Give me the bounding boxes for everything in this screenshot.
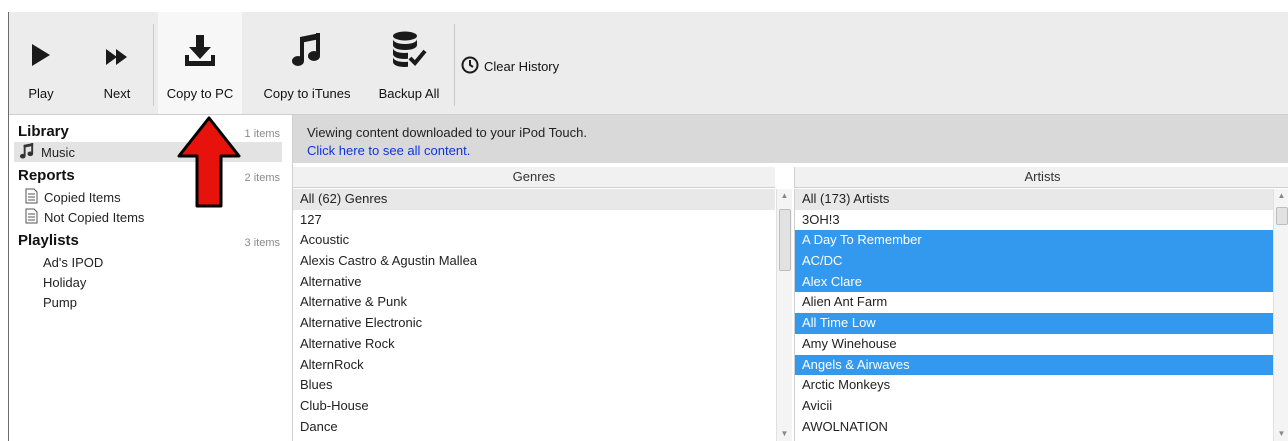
document-icon	[25, 188, 38, 207]
content-banner: Viewing content downloaded to your iPod …	[293, 115, 1288, 163]
list-item[interactable]: Arctic Monkeys	[795, 375, 1273, 396]
list-item[interactable]: 127	[293, 210, 775, 231]
sidebar-item-copied-items[interactable]: Copied Items	[25, 188, 121, 207]
copy-to-itunes-button[interactable]: Copy to iTunes	[255, 12, 359, 114]
toolbar: Play Next Copy to PC Copy to iTunes Back…	[9, 12, 1288, 115]
list-item[interactable]: AlternRock	[293, 355, 775, 376]
artists-list: All (173) Artists 3OH!3 A Day To Remembe…	[794, 189, 1273, 441]
list-item-selected[interactable]: All Time Low	[795, 313, 1273, 334]
list-item[interactable]: Avicii	[795, 396, 1273, 417]
play-label: Play	[28, 86, 54, 101]
see-all-content-link[interactable]: Click here to see all content.	[307, 143, 470, 158]
reports-heading: Reports	[18, 167, 75, 184]
playlists-count: 3 items	[244, 237, 280, 249]
scroll-up-icon[interactable]: ▲	[777, 189, 792, 203]
backup-all-label: Backup All	[378, 86, 440, 101]
next-icon	[105, 47, 129, 70]
reports-count: 2 items	[244, 172, 280, 184]
clock-icon	[461, 56, 479, 77]
play-icon	[30, 43, 52, 70]
list-item-selected[interactable]: A Day To Remember	[795, 230, 1273, 252]
artists-scrollbar[interactable]: ▲ ▼	[1273, 189, 1288, 441]
music-note-icon	[19, 142, 35, 162]
list-item[interactable]: All (173) Artists	[795, 189, 1273, 210]
artists-column-header[interactable]: Artists	[794, 167, 1288, 188]
scrollbar-thumb[interactable]	[779, 209, 791, 271]
list-item[interactable]: Acoustic	[293, 230, 775, 251]
scroll-up-icon[interactable]: ▲	[1274, 189, 1288, 203]
list-item[interactable]: Blues	[293, 375, 775, 396]
list-item-selected[interactable]: Alex Clare	[795, 271, 1273, 293]
list-item[interactable]: Alien Ant Farm	[795, 292, 1273, 313]
copy-to-pc-button[interactable]: Copy to PC	[158, 12, 242, 114]
list-item[interactable]: AWOLNATION	[795, 417, 1273, 438]
red-arrow-icon	[177, 116, 241, 208]
list-item[interactable]: Dance	[293, 417, 775, 438]
sidebar: Library 1 items Music Reports 2 items Co…	[9, 115, 293, 441]
list-item[interactable]: Alexis Castro & Agustin Mallea	[293, 251, 775, 272]
download-icon	[185, 35, 215, 70]
sidebar-item-not-copied-items[interactable]: Not Copied Items	[25, 208, 144, 227]
playlists-heading: Playlists	[18, 232, 79, 249]
toolbar-divider	[454, 24, 455, 106]
list-item[interactable]: Alternative	[293, 272, 775, 293]
sidebar-item-label: Holiday	[43, 275, 87, 290]
list-item-selected[interactable]: Angels & Airwaves	[795, 354, 1273, 376]
scroll-down-icon[interactable]: ▼	[1274, 427, 1288, 441]
backup-all-button[interactable]: Backup All	[369, 12, 449, 114]
list-item[interactable]: 3OH!3	[795, 210, 1273, 231]
database-check-icon	[391, 31, 427, 70]
sidebar-item-label: Not Copied Items	[44, 210, 145, 225]
banner-message: Viewing content downloaded to your iPod …	[307, 125, 587, 140]
genres-scrollbar[interactable]: ▲ ▼	[776, 189, 792, 441]
toolbar-divider	[153, 24, 154, 106]
genres-list: All (62) Genres 127 Acoustic Alexis Cast…	[293, 189, 775, 441]
sidebar-item-playlist[interactable]: Pump	[43, 295, 77, 310]
app-window: Play Next Copy to PC Copy to iTunes Back…	[8, 12, 1288, 441]
next-button[interactable]: Next	[91, 12, 143, 114]
genres-column-header[interactable]: Genres	[293, 167, 775, 188]
scroll-down-icon[interactable]: ▼	[777, 427, 792, 441]
list-item[interactable]: Alternative Electronic	[293, 313, 775, 334]
list-item[interactable]: All (62) Genres	[293, 189, 775, 210]
sidebar-item-label: Ad's IPOD	[43, 255, 104, 270]
sidebar-item-playlist[interactable]: Ad's IPOD	[43, 255, 103, 270]
library-heading: Library	[18, 123, 69, 140]
library-count: 1 items	[244, 128, 280, 140]
list-item[interactable]: Alternative & Punk	[293, 292, 775, 313]
scrollbar-thumb[interactable]	[1276, 207, 1288, 225]
list-item-selected[interactable]: AC/DC	[795, 251, 1273, 272]
music-note-icon	[292, 33, 322, 70]
list-item[interactable]: Alternative Rock	[293, 334, 775, 355]
sidebar-item-playlist[interactable]: Holiday	[43, 275, 86, 290]
clear-history-button[interactable]: Clear History	[461, 56, 559, 77]
clear-history-label: Clear History	[484, 59, 560, 74]
sidebar-item-music[interactable]: Music	[14, 142, 282, 162]
sidebar-item-label: Music	[41, 144, 75, 160]
play-button[interactable]: Play	[9, 12, 73, 114]
list-item[interactable]: Club-House	[293, 396, 775, 417]
next-label: Next	[103, 86, 131, 101]
copy-to-pc-label: Copy to PC	[166, 86, 234, 101]
list-item[interactable]: Amy Winehouse	[795, 334, 1273, 355]
document-icon	[25, 208, 38, 227]
copy-to-itunes-label: Copy to iTunes	[263, 86, 351, 101]
sidebar-item-label: Copied Items	[44, 190, 121, 205]
sidebar-item-label: Pump	[43, 295, 77, 310]
